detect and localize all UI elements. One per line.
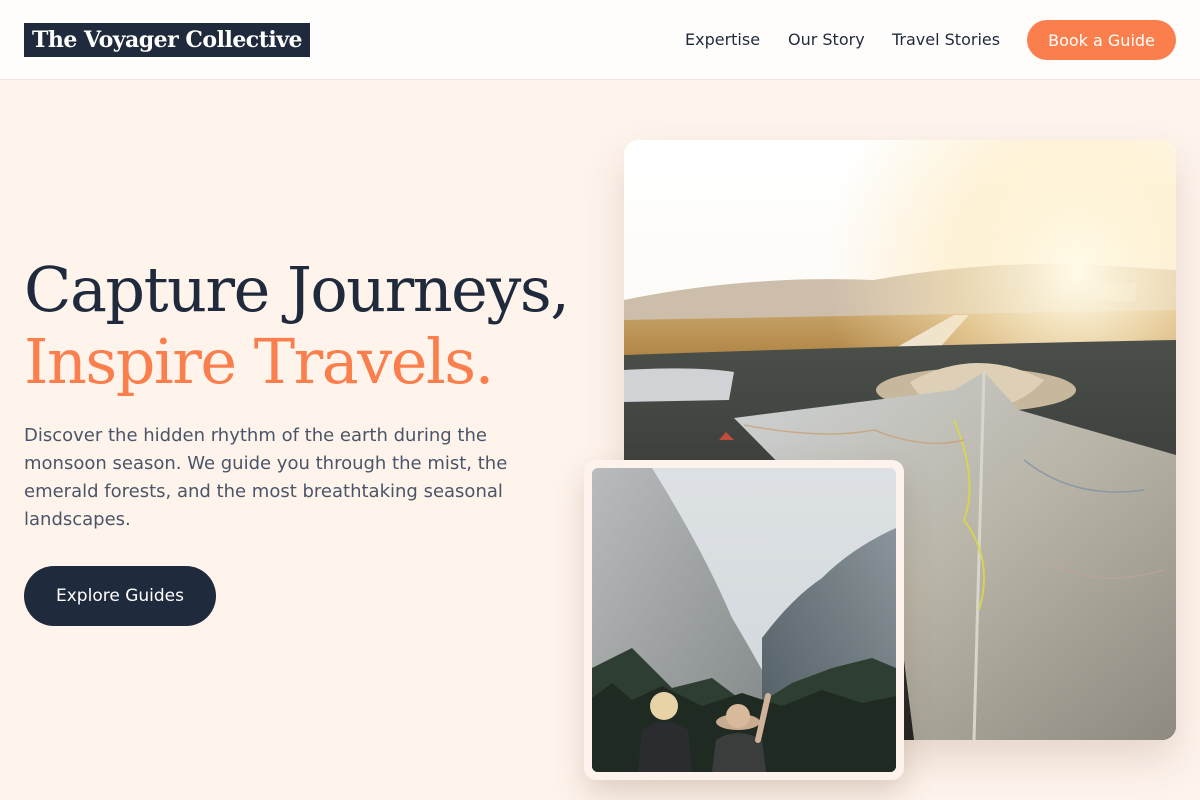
hikers-photo-frame [584,460,904,780]
hikers-photo [592,468,896,772]
nav-link-expertise[interactable]: Expertise [685,30,760,50]
explore-guides-button[interactable]: Explore Guides [24,566,216,626]
hero-headline-line2: Inspire Travels. [24,325,494,398]
book-guide-button[interactable]: Book a Guide [1027,20,1176,60]
site-header: The Voyager Collective Expertise Our Sto… [0,0,1200,80]
nav-link-travel-stories[interactable]: Travel Stories [892,30,1000,50]
hero-description: Discover the hidden rhythm of the earth … [24,425,508,530]
hikers-illustration [592,468,896,772]
brand-logo[interactable]: The Voyager Collective [24,23,311,57]
nav-link-our-story[interactable]: Our Story [788,30,865,50]
hero-headline: Capture Journeys, Inspire Travels. [24,254,584,398]
hero-headline-line1: Capture Journeys, [24,253,570,326]
